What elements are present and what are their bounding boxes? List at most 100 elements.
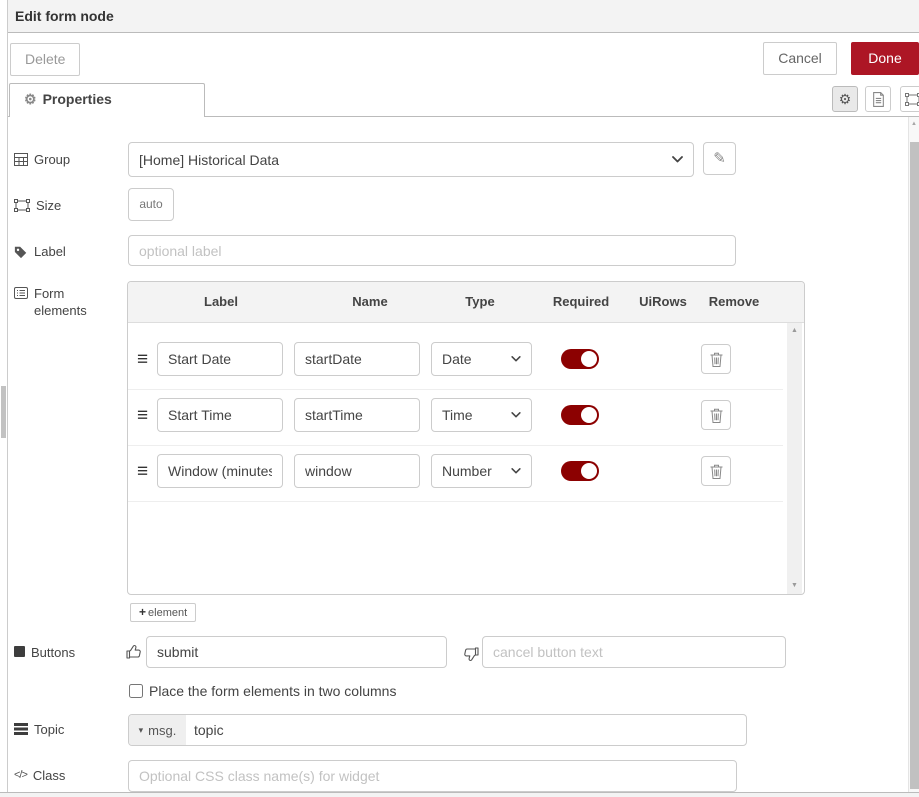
class-field-label: </> Class xyxy=(14,767,65,784)
label-field-label: Label xyxy=(14,243,66,260)
element-name-input[interactable] xyxy=(294,342,420,376)
chevron-down-icon xyxy=(511,412,521,418)
group-field-label: Group xyxy=(14,151,70,168)
plus-icon: + xyxy=(139,605,146,619)
element-type-select[interactable]: Date xyxy=(431,342,532,376)
properties-view-button[interactable]: ⚙ xyxy=(832,86,858,112)
list-alt-icon xyxy=(14,287,28,299)
form-elements-field-label: Form elements xyxy=(14,285,110,319)
cancel-button[interactable]: Cancel xyxy=(763,42,837,75)
element-name-input[interactable] xyxy=(294,454,420,488)
drag-handle-icon[interactable]: ≡ xyxy=(137,405,155,427)
topic-value-input[interactable]: topic xyxy=(186,715,746,745)
add-element-button[interactable]: +element xyxy=(130,603,196,622)
topic-type-button[interactable]: ▾ msg. xyxy=(129,715,186,745)
tab-properties-label: Properties xyxy=(43,91,112,107)
two-columns-row: Place the form elements in two columns xyxy=(129,683,396,699)
tray-left-edge xyxy=(7,0,8,797)
drag-handle-icon[interactable]: ≡ xyxy=(137,349,155,371)
delete-button[interactable]: Delete xyxy=(10,43,80,76)
gear-icon: ⚙ xyxy=(839,91,852,107)
code-icon: </> xyxy=(14,767,27,784)
topic-field-label: Topic xyxy=(14,721,64,738)
element-type-value: Time xyxy=(442,407,473,423)
edit-group-button[interactable]: ✎ xyxy=(703,142,736,175)
form-elements-table-header: Label Name Type Required UiRows Remove xyxy=(128,282,804,323)
form-elements-label-text: Form elements xyxy=(34,285,110,319)
dialog-button-bar: Delete Cancel Done xyxy=(8,34,919,82)
remove-element-button[interactable] xyxy=(701,456,731,486)
pencil-icon: ✎ xyxy=(713,150,726,167)
table-row: ≡ Time xyxy=(128,390,783,446)
dialog-header: Edit form node xyxy=(8,0,919,33)
size-button[interactable]: auto xyxy=(128,188,174,221)
trash-icon xyxy=(710,352,723,367)
element-type-select[interactable]: Time xyxy=(431,398,532,432)
col-header-required: Required xyxy=(553,294,609,309)
element-type-value: Date xyxy=(442,351,472,367)
two-columns-label: Place the form elements in two columns xyxy=(149,683,396,699)
group-select[interactable]: [Home] Historical Data xyxy=(128,142,694,177)
gear-icon: ⚙ xyxy=(24,91,37,107)
element-name-input[interactable] xyxy=(294,398,420,432)
col-header-remove: Remove xyxy=(709,294,760,309)
trash-icon xyxy=(710,464,723,479)
table-row: ≡ Date xyxy=(128,334,783,390)
topic-typed-input: ▾ msg. topic xyxy=(128,714,747,746)
required-toggle[interactable] xyxy=(561,349,599,369)
tasks-icon xyxy=(14,723,28,735)
dialog-title: Edit form node xyxy=(8,0,919,32)
submit-button-text-input[interactable] xyxy=(146,636,447,668)
buttons-label-text: Buttons xyxy=(31,644,75,661)
chevron-down-icon xyxy=(511,356,521,362)
cancel-button-text-input[interactable] xyxy=(482,636,786,668)
description-view-button[interactable] xyxy=(865,86,891,112)
table-icon xyxy=(14,153,28,166)
chevron-down-icon xyxy=(511,468,521,474)
table-scrollbar[interactable]: ▲ ▼ xyxy=(787,323,802,595)
required-toggle[interactable] xyxy=(561,405,599,425)
col-header-type: Type xyxy=(465,294,494,309)
object-group-icon xyxy=(14,199,30,212)
element-label-input[interactable] xyxy=(157,454,283,488)
label-input[interactable] xyxy=(128,235,736,266)
dialog-scrollbar[interactable]: ▲ xyxy=(908,117,919,792)
size-label-text: Size xyxy=(36,197,61,214)
two-columns-checkbox[interactable] xyxy=(129,684,143,698)
col-header-name: Name xyxy=(352,294,387,309)
square-icon xyxy=(14,646,25,657)
scroll-down-icon[interactable]: ▼ xyxy=(787,582,802,589)
class-input[interactable] xyxy=(128,760,737,792)
scroll-up-icon[interactable]: ▲ xyxy=(909,117,919,131)
remove-element-button[interactable] xyxy=(701,344,731,374)
tab-properties[interactable]: ⚙ Properties xyxy=(9,83,205,117)
form-elements-table-body: ≡ Date ≡ Time xyxy=(128,323,804,595)
tab-bar: ⚙ Properties ⚙ xyxy=(8,82,919,117)
element-label-input[interactable] xyxy=(157,398,283,432)
edit-form-node-dialog: Edit form node Delete Cancel Done ⚙ Prope… xyxy=(0,0,919,797)
drag-handle-icon[interactable]: ≡ xyxy=(137,461,155,483)
form-elements-table: Label Name Type Required UiRows Remove ≡… xyxy=(127,281,805,595)
group-label-text: Group xyxy=(34,151,70,168)
scroll-up-icon[interactable]: ▲ xyxy=(787,327,802,334)
table-row: ≡ Number xyxy=(128,446,783,502)
element-type-value: Number xyxy=(442,463,492,479)
remove-element-button[interactable] xyxy=(701,400,731,430)
required-toggle[interactable] xyxy=(561,461,599,481)
add-element-label: element xyxy=(148,607,187,619)
appearance-view-button[interactable] xyxy=(900,86,919,112)
topic-label-text: Topic xyxy=(34,721,64,738)
label-label-text: Label xyxy=(34,243,66,260)
group-select-value: [Home] Historical Data xyxy=(139,152,279,168)
col-header-label: Label xyxy=(204,294,238,309)
done-button[interactable]: Done xyxy=(851,42,919,75)
tag-icon xyxy=(14,245,28,259)
dialog-bottom-strip xyxy=(0,792,919,797)
element-label-input[interactable] xyxy=(157,342,283,376)
thumbs-down-icon xyxy=(463,646,479,662)
element-type-select[interactable]: Number xyxy=(431,454,532,488)
col-header-uirows: UiRows xyxy=(639,294,687,309)
scrollbar-thumb[interactable] xyxy=(910,142,919,789)
tray-resize-grip[interactable] xyxy=(1,386,6,438)
chevron-down-icon xyxy=(672,156,683,163)
